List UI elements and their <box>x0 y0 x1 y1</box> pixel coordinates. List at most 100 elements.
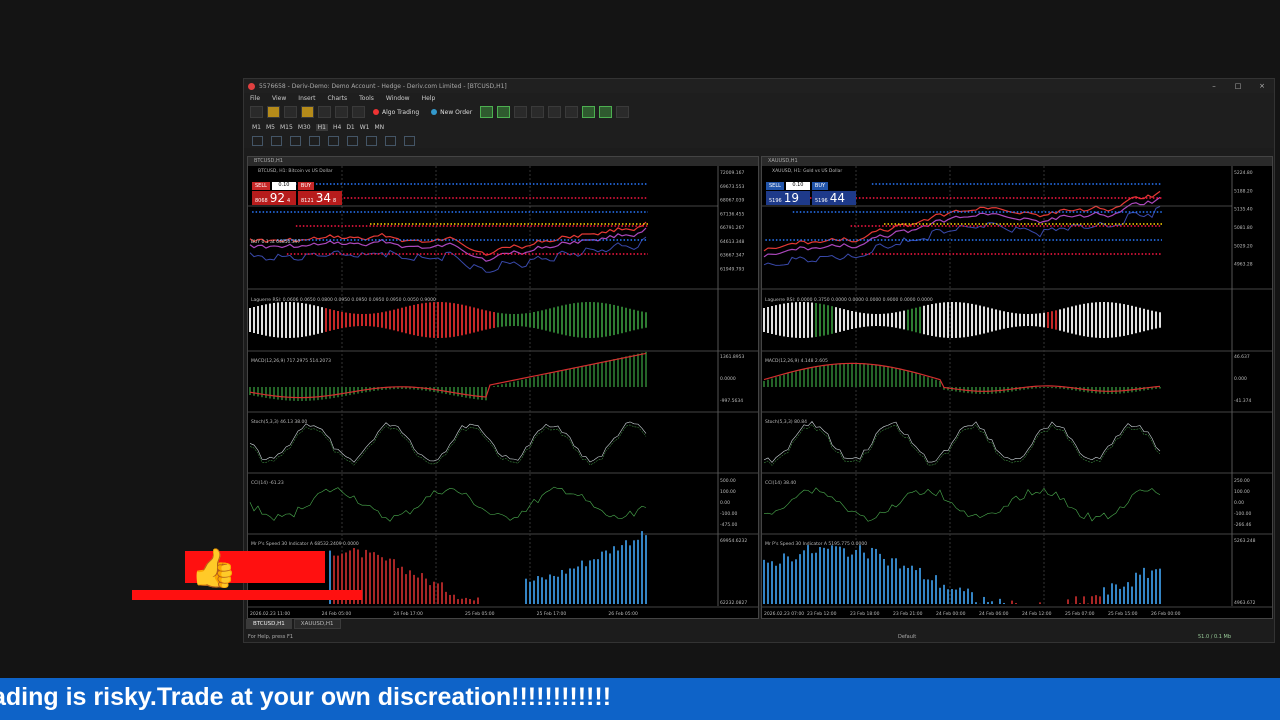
sell-button-xauusd[interactable]: SELL <box>766 182 784 190</box>
stoch-label-btcusd: Stoch(5,3,3) 46.13 38.00 <box>251 420 308 425</box>
cci-line <box>249 486 647 522</box>
profiles-icon[interactable] <box>267 106 280 118</box>
symbol-label-xauusd: XAUUSD, H1: Gold vs US Dollar <box>772 169 843 174</box>
ask-sup: 8 <box>333 198 337 204</box>
main-toolbar: Algo Trading New Order <box>244 104 1274 120</box>
price-scale-label: 68067.039 <box>720 198 744 204</box>
close-button[interactable]: × <box>1250 82 1274 90</box>
ma-line-blue <box>763 205 1161 266</box>
cci-scale-label: 0.00 <box>720 500 730 506</box>
price-scale-label: 5135.40 <box>1234 207 1253 213</box>
chart-window-xauusd[interactable]: XAUUSD,H1 5224.80 5188.20 5135.40 5081.80 50… <box>761 156 1273 619</box>
menu-view[interactable]: View <box>272 95 286 102</box>
line-chart-icon[interactable] <box>514 106 528 118</box>
price-scale-label: 69673.553 <box>720 184 744 190</box>
new-chart-icon[interactable] <box>250 106 263 118</box>
menu-insert[interactable]: Insert <box>298 95 315 102</box>
zoom-out-icon[interactable] <box>548 106 562 118</box>
tf-w1[interactable]: W1 <box>360 124 370 131</box>
terminal-icon[interactable] <box>318 106 331 118</box>
stoch-main <box>249 421 647 463</box>
navigator-icon[interactable] <box>301 106 314 118</box>
cci-scale-label: 100.00 <box>720 489 736 495</box>
menu-charts[interactable]: Charts <box>328 95 348 102</box>
price-scale-label: 4963.28 <box>1234 262 1253 268</box>
new-order-label: New Order <box>440 108 473 116</box>
cursor-icon[interactable] <box>252 136 263 146</box>
ma-line-red <box>249 221 647 256</box>
maximize-button[interactable]: □ <box>1226 82 1250 90</box>
bid-sup: 4 <box>287 198 291 204</box>
drawing-toolbar <box>244 134 1274 148</box>
tester-icon[interactable] <box>335 106 348 118</box>
tf-d1[interactable]: D1 <box>346 124 354 131</box>
app-logo-icon <box>248 82 255 90</box>
position-line-btcusd: BUY 0.1 at 64850.397 <box>251 240 301 245</box>
tf-m30[interactable]: M30 <box>298 124 311 131</box>
tf-h1[interactable]: H1 <box>315 123 328 131</box>
tf-mn[interactable]: MN <box>375 124 385 131</box>
time-axis-label: 24 Feb 06:00 <box>979 611 1009 617</box>
grid-icon[interactable] <box>565 106 579 118</box>
time-axis-label: 25 Feb 17:00 <box>537 611 567 617</box>
bid-price-btcusd[interactable]: 8068 92 4 <box>252 191 296 205</box>
bid-price-xauusd[interactable]: 5196 19 <box>766 191 810 205</box>
lot-input-btcusd[interactable]: 0.10 <box>271 182 296 190</box>
time-axis-label: 26 Feb 05:00 <box>608 611 638 617</box>
ask-big: 44 <box>829 191 846 205</box>
cci-line <box>763 487 1161 522</box>
cci-scale-label: -266.46 <box>1234 522 1252 528</box>
bid-big: 19 <box>783 191 800 205</box>
cci-scale-label: -100.00 <box>1234 511 1252 517</box>
fibonacci-icon[interactable] <box>366 136 377 146</box>
new-order-button[interactable]: New Order <box>427 109 476 116</box>
chart-canvas-xauusd[interactable]: 5224.80 5188.20 5135.40 5081.80 5029.20 4963.… <box>762 166 1272 618</box>
ask-big: 34 <box>315 191 332 205</box>
algo-trading-button[interactable]: Algo Trading <box>369 109 423 116</box>
risk-ticker: ading is risky.Trade at your own discrea… <box>0 678 1280 720</box>
candle-chart-icon[interactable] <box>497 106 511 118</box>
speed-label-xauusd: Mr P's Speed 30 Indicator A 5195.775 0.0… <box>765 542 868 547</box>
ask-price-btcusd[interactable]: 8121 34 8 <box>298 191 342 205</box>
trendline-icon[interactable] <box>328 136 339 146</box>
shapes-icon[interactable] <box>404 136 415 146</box>
menu-tools[interactable]: Tools <box>359 95 374 102</box>
menu-window[interactable]: Window <box>386 95 410 102</box>
cci-scale-label: -475.00 <box>720 522 738 528</box>
sell-button-btcusd[interactable]: SELL <box>252 182 270 190</box>
indicators-icon[interactable] <box>616 106 630 118</box>
crosshair-icon[interactable] <box>271 136 282 146</box>
channel-icon[interactable] <box>347 136 358 146</box>
tab-btcusd[interactable]: BTCUSD,H1 <box>246 619 292 629</box>
macd-scale-label: -997.5634 <box>720 398 743 404</box>
chart-shift-icon[interactable] <box>599 106 613 118</box>
editor-icon[interactable] <box>352 106 365 118</box>
zoom-in-icon[interactable] <box>531 106 545 118</box>
market-watch-icon[interactable] <box>284 106 297 118</box>
lot-input-xauusd[interactable]: 0.10 <box>785 182 810 190</box>
autoscroll-icon[interactable] <box>582 106 596 118</box>
text-icon[interactable] <box>385 136 396 146</box>
tf-m5[interactable]: M5 <box>266 124 275 131</box>
buy-button-xauusd[interactable]: BUY <box>811 182 829 190</box>
tf-m15[interactable]: M15 <box>280 124 293 131</box>
tab-xauusd[interactable]: XAUUSD,H1 <box>293 619 341 629</box>
tf-m1[interactable]: M1 <box>252 124 261 131</box>
tf-h4[interactable]: H4 <box>333 124 341 131</box>
menu-help[interactable]: Help <box>422 95 436 102</box>
speed-scale-label: 4963.672 <box>1234 600 1256 606</box>
metatrader-window: 5576658 - Deriv-Demo: Demo Account - Hed… <box>243 78 1275 643</box>
menu-file[interactable]: File <box>250 95 260 102</box>
time-axis-label: 25 Feb 07:00 <box>1065 611 1095 617</box>
price-scale-label: 66791.267 <box>720 225 744 231</box>
time-axis-label: 23 Feb 12:00 <box>807 611 837 617</box>
minimize-button[interactable]: – <box>1202 82 1226 90</box>
buy-button-btcusd[interactable]: BUY <box>297 182 315 190</box>
horizontal-line-icon[interactable] <box>309 136 320 146</box>
bar-chart-icon[interactable] <box>480 106 494 118</box>
stoch-signal <box>249 424 647 466</box>
price-scale-label: 63667.347 <box>720 253 744 259</box>
cci-scale-label: 250.00 <box>1234 478 1250 484</box>
vertical-line-icon[interactable] <box>290 136 301 146</box>
ask-price-xauusd[interactable]: 5196 44 <box>812 191 856 205</box>
